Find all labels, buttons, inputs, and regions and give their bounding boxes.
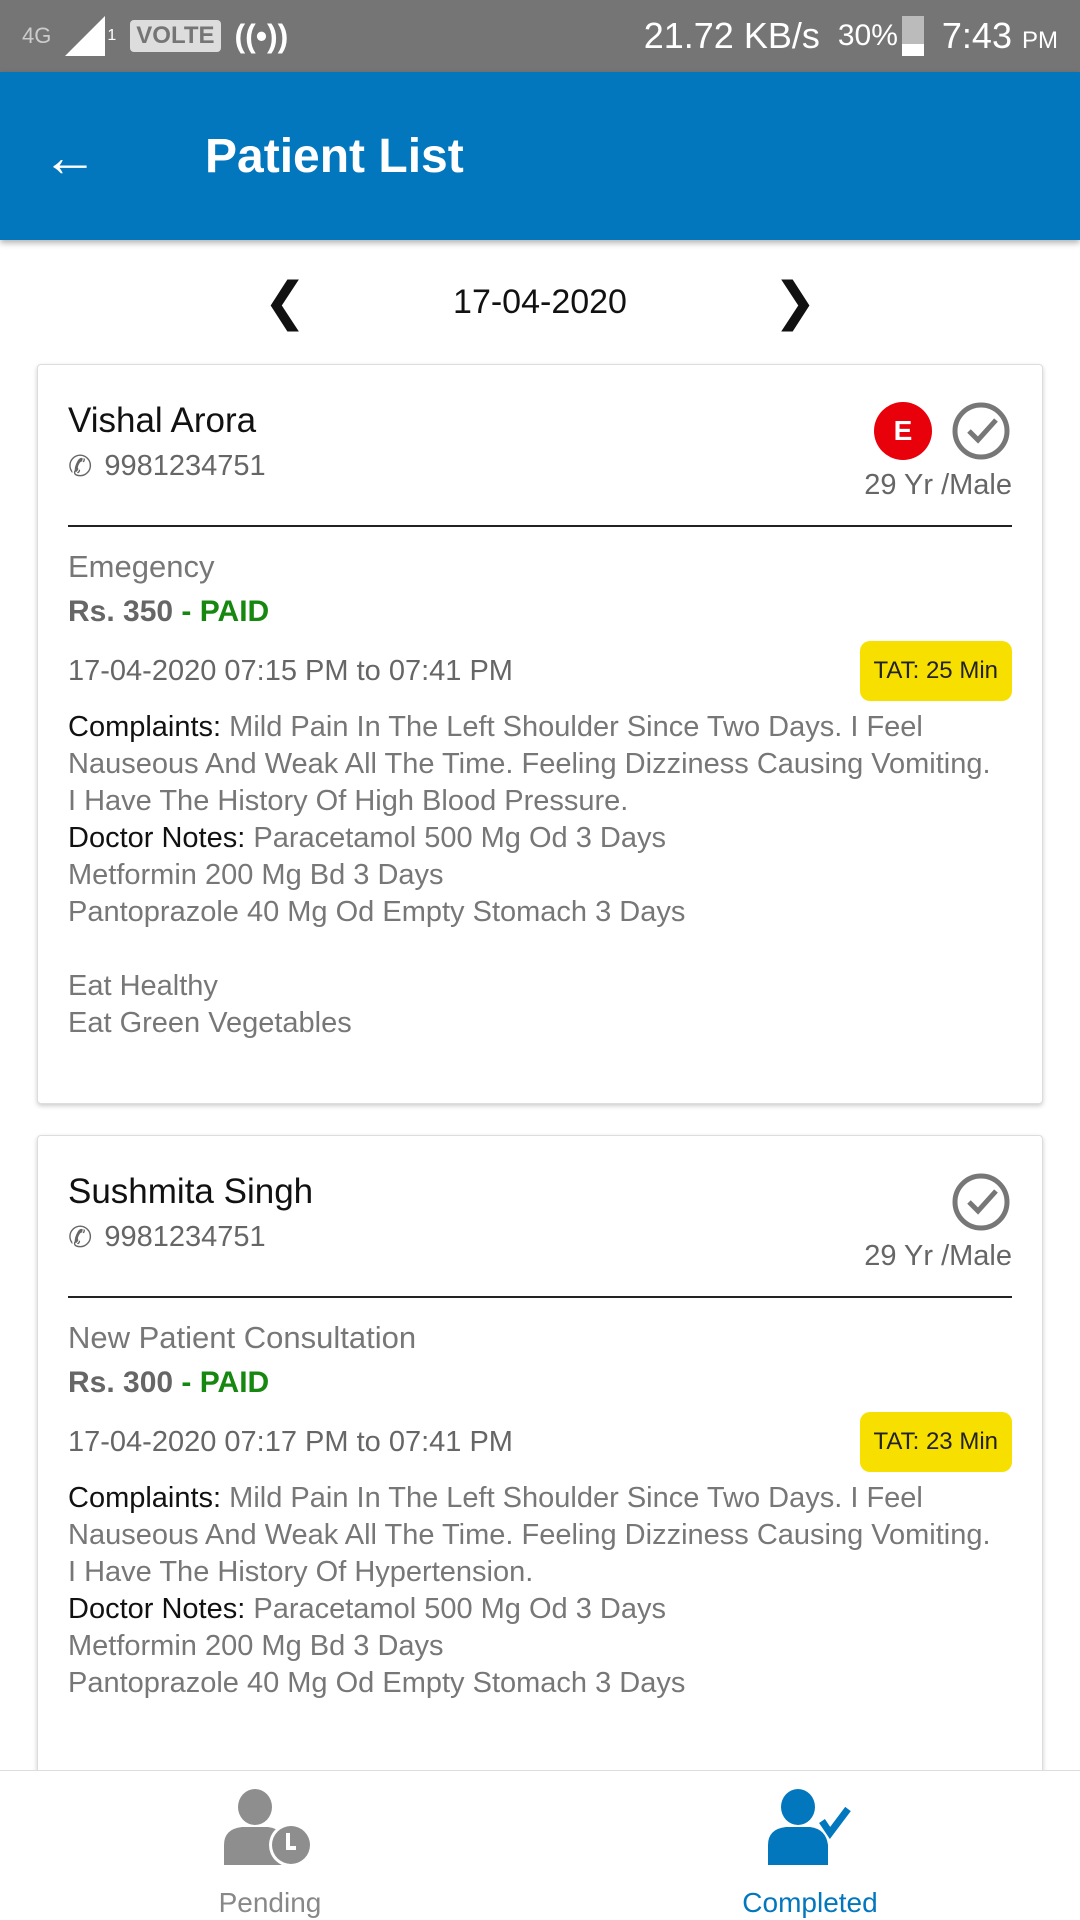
appointment-time: 17-04-2020 07:17 PM to 07:41 PM bbox=[68, 1425, 513, 1458]
age-gender: 29 Yr /Male bbox=[864, 1240, 1012, 1272]
notes-label: Doctor Notes: bbox=[68, 822, 246, 854]
doctor-notes: Doctor Notes: Paracetamol 500 Mg Od 3 Da… bbox=[68, 1591, 1012, 1702]
check-circle-icon bbox=[952, 1173, 1010, 1231]
tab-completed[interactable]: Completed bbox=[540, 1771, 1080, 1920]
tat-badge: TAT: 25 Min bbox=[859, 641, 1012, 701]
user-clock-icon bbox=[224, 1789, 313, 1865]
bottom-navigation: Pending Completed bbox=[0, 1770, 1080, 1920]
payment-status: - PAID bbox=[181, 1366, 270, 1399]
consultation-type: Emegency bbox=[68, 549, 215, 584]
fee: Rs. 350 - PAID bbox=[68, 595, 1012, 629]
user-check-icon bbox=[768, 1789, 851, 1865]
battery-icon bbox=[901, 16, 924, 56]
patient-card[interactable]: Vishal Arora ✆ 9981234751 E 29 Yr /Male E… bbox=[37, 364, 1043, 1104]
patient-phone[interactable]: 9981234751 bbox=[104, 450, 265, 483]
doctor-notes: Doctor Notes: Paracetamol 500 Mg Od 3 Da… bbox=[68, 820, 1012, 1042]
patient-name: Vishal Arora bbox=[68, 401, 257, 440]
consultation-type: New Patient Consultation bbox=[68, 1320, 417, 1355]
fee-amount: Rs. 350 bbox=[68, 595, 174, 628]
network-type: 4G bbox=[22, 23, 52, 48]
next-date-chevron-icon[interactable]: ❯ bbox=[765, 272, 825, 332]
fee-amount: Rs. 300 bbox=[68, 1366, 174, 1399]
patient-card[interactable]: Sushmita Singh ✆ 9981234751 29 Yr /Male N… bbox=[37, 1135, 1043, 1835]
network-speed: 21.72 KB/s bbox=[643, 15, 820, 56]
signal-icon bbox=[65, 16, 106, 56]
app-bar: ← Patient List bbox=[0, 72, 1080, 240]
tab-pending-label: Pending bbox=[218, 1887, 322, 1918]
tab-pending[interactable]: Pending bbox=[0, 1771, 540, 1920]
previous-date-chevron-icon[interactable]: ❮ bbox=[255, 272, 315, 332]
clock-time: 7:43 bbox=[941, 15, 1012, 56]
tab-completed-label: Completed bbox=[742, 1887, 878, 1918]
clock: 7:43 PM bbox=[942, 15, 1058, 57]
page-title: Patient List bbox=[205, 129, 464, 183]
age-gender: 29 Yr /Male bbox=[864, 469, 1012, 501]
appointment-time: 17-04-2020 07:15 PM to 07:41 PM bbox=[68, 654, 513, 687]
notes-text: Paracetamol 500 Mg Od 3 Days Metformin 2… bbox=[68, 822, 686, 1039]
complaints-label: Complaints: bbox=[68, 1482, 222, 1514]
hotspot-icon: ((•)) bbox=[234, 17, 289, 54]
sim-slot: 1 bbox=[107, 27, 117, 44]
tat-badge: TAT: 23 Min bbox=[859, 1412, 1012, 1472]
clock-ampm: PM bbox=[1022, 27, 1058, 54]
current-date: 17-04-2020 bbox=[453, 282, 627, 321]
notes-label: Doctor Notes: bbox=[68, 1593, 246, 1625]
fee: Rs. 300 - PAID bbox=[68, 1366, 1012, 1400]
patient-name: Sushmita Singh bbox=[68, 1172, 314, 1211]
status-bar: 4G 1 VOLTE ((•)) 21.72 KB/s 30% 7:43 PM bbox=[0, 0, 1080, 72]
check-circle-icon bbox=[952, 402, 1010, 460]
phone-icon: ✆ bbox=[68, 451, 93, 483]
emergency-badge: E bbox=[874, 402, 932, 460]
complaints: Complaints: Mild Pain In The Left Should… bbox=[68, 709, 1012, 820]
complaints-label: Complaints: bbox=[68, 711, 222, 743]
date-navigator: ❮ 17-04-2020 ❯ bbox=[0, 262, 1080, 342]
back-arrow-icon[interactable]: ← bbox=[0, 124, 140, 189]
complaints: Complaints: Mild Pain In The Left Should… bbox=[68, 1480, 1012, 1591]
patient-phone[interactable]: 9981234751 bbox=[104, 1221, 265, 1254]
volte-badge: VOLTE bbox=[130, 20, 221, 52]
phone-icon: ✆ bbox=[68, 1222, 93, 1254]
payment-status: - PAID bbox=[181, 595, 270, 628]
battery-percent: 30% bbox=[837, 19, 898, 52]
